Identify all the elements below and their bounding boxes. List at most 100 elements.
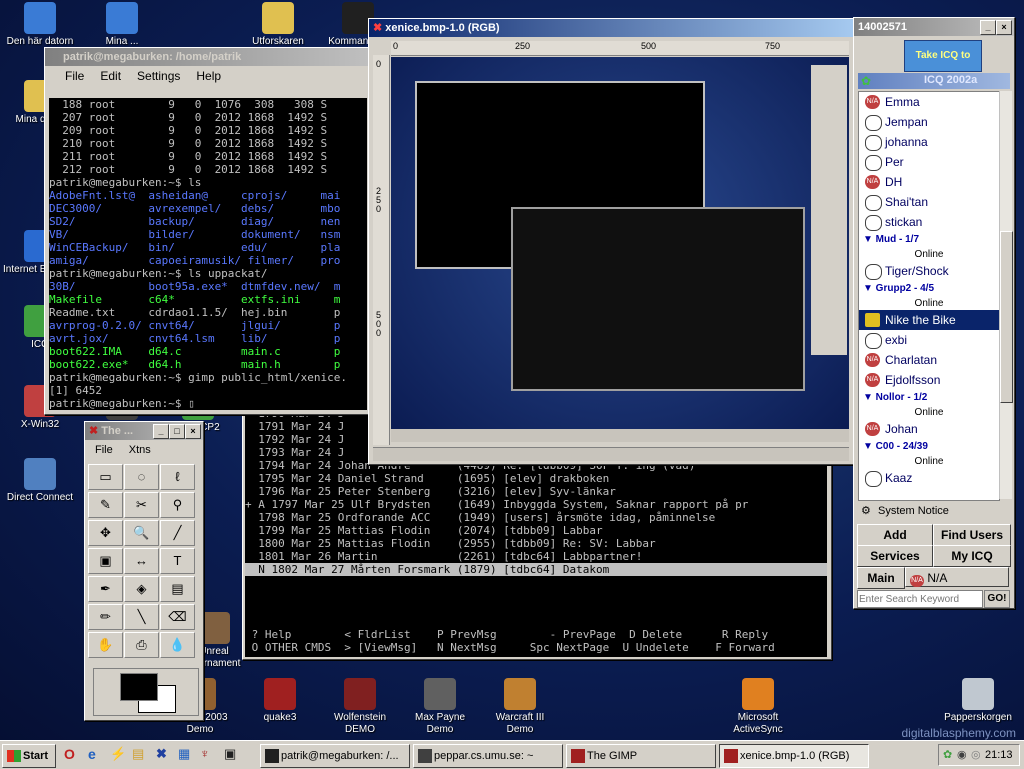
desktop-icon-mina-[interactable]: Mina ...: [84, 2, 160, 48]
icq-contact[interactable]: stickan: [859, 212, 999, 232]
pine-message-row[interactable]: + A 1797 Mar 25 Ulf Brydsten (1649) Inby…: [245, 498, 827, 511]
menu-help[interactable]: Help: [196, 69, 221, 83]
icq-group-header[interactable]: ▼ Mud - 1/7: [859, 232, 999, 248]
add-button[interactable]: Add: [857, 524, 933, 546]
icq-system-notice[interactable]: ⚙ System Notice: [858, 502, 1008, 520]
gimp-tool-button[interactable]: ◌: [124, 464, 159, 490]
icq-contact[interactable]: N/A Ejdolfsson: [859, 370, 999, 390]
icq-scrollbar[interactable]: [999, 91, 1013, 499]
toolbox-menu-xtns[interactable]: Xtns: [129, 444, 151, 456]
desktop-icon-max-payne-demo[interactable]: Max Payne Demo: [402, 678, 478, 736]
desktop-icon-wolfenstein-demo[interactable]: Wolfenstein DEMO: [322, 678, 398, 736]
gimp-tool-button[interactable]: ✏: [88, 604, 123, 630]
gimp-tool-button[interactable]: ◈: [124, 576, 159, 602]
gimp-tool-button[interactable]: ⚲: [160, 492, 195, 518]
maximize-icon[interactable]: □: [169, 424, 185, 439]
icq-contact[interactable]: Shai'tan: [859, 192, 999, 212]
gimp-tool-button[interactable]: ▭: [88, 464, 123, 490]
icq-group-header[interactable]: ▼ C00 - 24/39: [859, 439, 999, 455]
gimp-tool-button[interactable]: 💧: [160, 632, 195, 658]
tray-icq-icon[interactable]: ✿: [943, 748, 952, 761]
terminal-window[interactable]: patrik@megaburken: /home/patrik File Edit…: [44, 47, 374, 415]
minimize-icon[interactable]: _: [153, 424, 169, 439]
desktop-icon-quake3[interactable]: quake3: [242, 678, 318, 724]
minimize-icon[interactable]: _: [980, 20, 996, 35]
close-icon[interactable]: ×: [185, 424, 201, 439]
icq-contact[interactable]: Jempan: [859, 112, 999, 132]
quake-icon[interactable]: ♆: [200, 746, 210, 761]
gimp-tool-button[interactable]: ↔: [124, 548, 159, 574]
gimp-tool-button[interactable]: ▣: [88, 548, 123, 574]
icq-group-header[interactable]: ▼ Grupp2 - 4/5: [859, 281, 999, 297]
icq-contact-list[interactable]: N/A Emma Jempan johanna Per N/A DH Shai'tan stic…: [858, 91, 1000, 501]
services-button[interactable]: Services: [857, 545, 933, 567]
scroll-thumb[interactable]: [1000, 231, 1013, 403]
icq-go-button[interactable]: GO!: [984, 590, 1010, 608]
pine-message-row[interactable]: 1798 Mar 25 Ordforande ACC (1949) [users…: [245, 511, 827, 524]
status-button[interactable]: N/A N/A: [905, 567, 1009, 587]
taskbar-task-button[interactable]: The GIMP: [566, 744, 716, 768]
explorer-icon[interactable]: ▤: [132, 746, 144, 762]
icq-group-header[interactable]: ▼ Nollor - 1/2: [859, 390, 999, 406]
gimp-tool-button[interactable]: ✥: [88, 520, 123, 546]
gimp-tool-button[interactable]: ℓ: [160, 464, 195, 490]
gimp-tool-button[interactable]: 🔍: [124, 520, 159, 546]
desktop-icon-microsoft-activesync[interactable]: Microsoft ActiveSync: [720, 678, 796, 736]
icq-contact[interactable]: Kaaz: [859, 468, 999, 488]
icq-search-input[interactable]: [857, 590, 983, 608]
gimp-tool-button[interactable]: ╱: [160, 520, 195, 546]
icq-title-bar[interactable]: 14002571 _ ×: [854, 18, 1014, 36]
icq-contact[interactable]: Nike the Bike: [859, 310, 999, 330]
menu-file[interactable]: File: [65, 69, 84, 83]
foreground-color-swatch[interactable]: [120, 673, 158, 701]
pine-message-row[interactable]: 1796 Mar 25 Peter Stenberg (3216) [elev]…: [245, 485, 827, 498]
find-users-button[interactable]: Find Users: [933, 524, 1011, 546]
color-selector[interactable]: [93, 668, 199, 716]
gimp-tool-button[interactable]: ✒: [88, 576, 123, 602]
taskbar-task-button[interactable]: peppar.cs.umu.se: ~: [413, 744, 563, 768]
menu-settings[interactable]: Settings: [137, 69, 180, 83]
icq-contact[interactable]: Tiger/Shock: [859, 261, 999, 281]
icq-contact[interactable]: johanna: [859, 132, 999, 152]
main-button[interactable]: Main: [857, 567, 905, 589]
gimp-image-title-bar[interactable]: ✖ xenice.bmp-1.0 (RGB): [369, 19, 855, 37]
tray-volume-icon[interactable]: ◉: [957, 748, 967, 761]
terminal-output[interactable]: 188 root 9 0 1076 308 308 S 207 root 9 0…: [49, 98, 367, 410]
terminal-title-bar[interactable]: patrik@megaburken: /home/patrik: [45, 48, 373, 66]
icq-contact[interactable]: exbi: [859, 330, 999, 350]
desktop-icon-direct-connect[interactable]: Direct Connect: [2, 458, 78, 504]
icq-contact[interactable]: N/A Charlatan: [859, 350, 999, 370]
desktop-icon-den-h-r-datorn[interactable]: Den här datorn: [2, 2, 78, 48]
taskbar-task-button[interactable]: xenice.bmp-1.0 (RGB): [719, 744, 869, 768]
icq-banner[interactable]: Take ICQ to Work: [904, 40, 982, 91]
pine-message-row[interactable]: 1799 Mar 25 Mattias Flodin (2074) [tdbb0…: [245, 524, 827, 537]
gimp-tool-button[interactable]: T: [160, 548, 195, 574]
pine-message-row[interactable]: 1800 Mar 25 Mattias Flodin (2955) [tdbb0…: [245, 537, 827, 550]
icq-contact[interactable]: N/A Emma: [859, 92, 999, 112]
gimp-toolbox-title-bar[interactable]: ✖ The ... _ □ ×: [85, 422, 203, 440]
xwin-icon[interactable]: ✖: [156, 746, 167, 762]
gimp-tool-button[interactable]: ✎: [88, 492, 123, 518]
icq-contact[interactable]: N/A DH: [859, 172, 999, 192]
gimp-tool-button[interactable]: ╲: [124, 604, 159, 630]
desktop-icon-papperskorgen[interactable]: Papperskorgen: [940, 678, 1016, 724]
gimp-toolbox-window[interactable]: ✖ The ... _ □ × File Xtns ▭ ◌ ℓ ✎ ✂ ⚲ ✥ 🔍 ╱ ▣ ↔ T ✒ ◈ ▤…: [84, 421, 204, 721]
tray-sync-icon[interactable]: ◎: [971, 748, 981, 761]
terminal-icon[interactable]: ▣: [224, 746, 236, 762]
desktop-icon[interactable]: ▦: [178, 746, 190, 762]
gimp-tool-button[interactable]: ⌫: [160, 604, 195, 630]
gimp-tool-button[interactable]: ⎙: [124, 632, 159, 658]
pine-message-row[interactable]: 1795 Mar 24 Daniel Strand (1695) [elev] …: [245, 472, 827, 485]
icq-window[interactable]: 14002571 _ × Take ICQ to Work ✿ ICQ 2002…: [853, 17, 1015, 609]
icq-contact[interactable]: N/A Johan: [859, 419, 999, 439]
start-button[interactable]: Start: [2, 744, 56, 768]
pine-message-row[interactable]: N 1802 Mar 27 Mårten Forsmark (1879) [td…: [245, 563, 827, 576]
taskbar-task-button[interactable]: patrik@megaburken: /...: [260, 744, 410, 768]
network-icon[interactable]: ⚡: [110, 746, 126, 762]
gimp-image-window[interactable]: ✖ xenice.bmp-1.0 (RGB) 0 250 500 750 0 2…: [368, 18, 856, 465]
close-icon[interactable]: ×: [996, 20, 1012, 35]
menu-edit[interactable]: Edit: [100, 69, 121, 83]
desktop-icon-warcraft-iii-demo[interactable]: Warcraft III Demo: [482, 678, 558, 736]
icq-contact[interactable]: Per: [859, 152, 999, 172]
gimp-canvas[interactable]: [391, 57, 849, 442]
